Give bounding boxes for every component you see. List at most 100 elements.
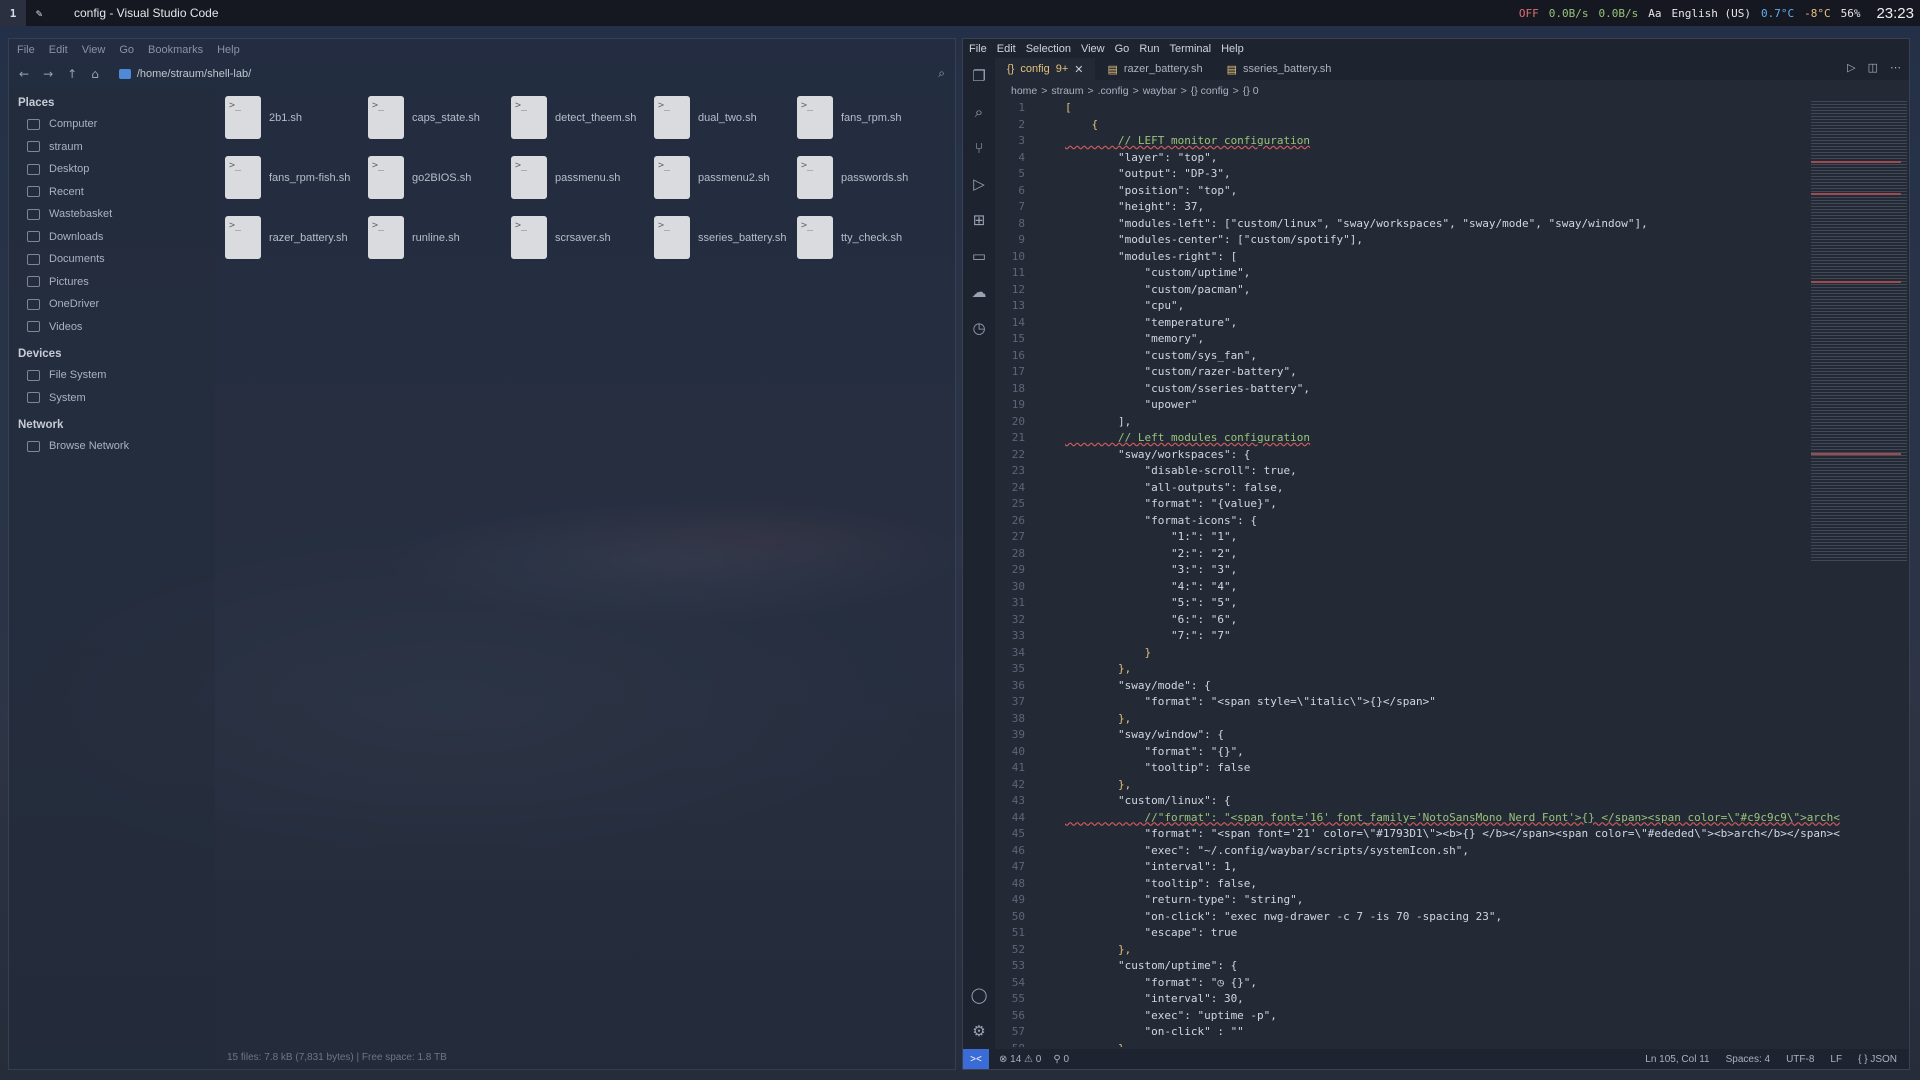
code-line[interactable]: 8 "modules-left": ["custom/linux", "sway… [995, 217, 1847, 234]
tab-sseries-battery[interactable]: ▤ sseries_battery.sh [1215, 58, 1344, 80]
code-line[interactable]: 55 "interval": 30, [995, 992, 1847, 1009]
clock[interactable]: 23:23 [1876, 5, 1914, 22]
code-line[interactable]: 6 "position": "top", [995, 184, 1847, 201]
file-item[interactable]: >_ 2b1.sh [225, 96, 368, 139]
file-item[interactable]: >_ runline.sh [368, 216, 511, 259]
timeline-icon[interactable]: ◷ [963, 310, 995, 346]
explorer-icon[interactable]: ❐ [963, 58, 995, 94]
file-item[interactable]: >_ detect_theem.sh [511, 96, 654, 139]
code-line[interactable]: 36 "sway/mode": { [995, 679, 1847, 696]
file-item[interactable]: >_ fans_rpm-fish.sh [225, 156, 368, 199]
code-line[interactable]: 37 "format": "<span style=\"italic\">{}<… [995, 695, 1847, 712]
code-line[interactable]: 52 }, [995, 943, 1847, 960]
code-line[interactable]: 32 "6:": "6", [995, 613, 1847, 630]
sidebar-item-videos[interactable]: Videos [9, 316, 215, 339]
search-icon[interactable]: ⌕ [963, 94, 995, 130]
docker-icon[interactable]: ☁ [963, 274, 995, 310]
code-line[interactable]: 49 "return-type": "string", [995, 893, 1847, 910]
code-line[interactable]: 50 "on-click": "exec nwg-drawer -c 7 -is… [995, 910, 1847, 927]
search-icon[interactable]: ⌕ [938, 66, 945, 81]
code-line[interactable]: 29 "3:": "3", [995, 563, 1847, 580]
tab-razer-battery[interactable]: ▤ razer_battery.sh [1095, 58, 1214, 80]
breadcrumb-item[interactable]: waybar [1143, 85, 1177, 97]
run-icon[interactable]: ▷ [1847, 61, 1855, 74]
location-bar[interactable]: /home/straum/shell-lab/ [118, 68, 251, 80]
sidebar-item-browse-network[interactable]: Browse Network [9, 435, 215, 458]
vs-menu-help[interactable]: Help [1221, 43, 1244, 55]
extensions-icon[interactable]: ⊞ [963, 202, 995, 238]
breadcrumb-item[interactable]: .config [1098, 85, 1129, 97]
code-line[interactable]: 11 "custom/uptime", [995, 266, 1847, 283]
line-ending[interactable]: LF [1830, 1054, 1842, 1065]
code-line[interactable]: 35 }, [995, 662, 1847, 679]
code-line[interactable]: 27 "1:": "1", [995, 530, 1847, 547]
code-line[interactable]: 5 "output": "DP-3", [995, 167, 1847, 184]
file-item[interactable]: >_ passmenu.sh [511, 156, 654, 199]
split-editor-icon[interactable]: ◫ [1868, 61, 1878, 74]
code-line[interactable]: 23 "disable-scroll": true, [995, 464, 1847, 481]
code-line[interactable]: 33 "7:": "7" [995, 629, 1847, 646]
code-line[interactable]: 31 "5:": "5", [995, 596, 1847, 613]
cursor-position[interactable]: Ln 105, Col 11 [1645, 1054, 1709, 1065]
code-line[interactable]: 56 "exec": "uptime -p", [995, 1009, 1847, 1026]
bluetooth-status[interactable]: OFF [1519, 7, 1539, 20]
code-line[interactable]: 20 ], [995, 415, 1847, 432]
code-line[interactable]: 25 "format": "{value}", [995, 497, 1847, 514]
fm-menu-bookmarks[interactable]: Bookmarks [148, 44, 203, 56]
sidebar-item-computer[interactable]: Computer [9, 113, 215, 136]
fm-menu-go[interactable]: Go [119, 44, 134, 56]
code-line[interactable]: 41 "tooltip": false [995, 761, 1847, 778]
volume-reading[interactable]: 56% [1841, 7, 1861, 20]
minimap[interactable] [1811, 101, 1907, 561]
fm-menu-file[interactable]: File [17, 44, 35, 56]
code-line[interactable]: 19 "upower" [995, 398, 1847, 415]
code-line[interactable]: 15 "memory", [995, 332, 1847, 349]
code-line[interactable]: 34 } [995, 646, 1847, 663]
sidebar-item-documents[interactable]: Documents [9, 248, 215, 271]
code-line[interactable]: 42 }, [995, 778, 1847, 795]
code-line[interactable]: 4 "layer": "top", [995, 151, 1847, 168]
vs-menu-file[interactable]: File [969, 43, 987, 55]
code-editor[interactable]: 1[2 {3 // LEFT monitor configuration 4 "l… [995, 101, 1847, 1047]
code-line[interactable]: 16 "custom/sys_fan", [995, 349, 1847, 366]
code-line[interactable]: 44 //"format": "<span font='16' font_fam… [995, 811, 1847, 828]
workspace-indicator[interactable]: 1 [0, 0, 26, 26]
vs-menu-run[interactable]: Run [1139, 43, 1159, 55]
vs-menu-edit[interactable]: Edit [997, 43, 1016, 55]
code-line[interactable]: 51 "escape": true [995, 926, 1847, 943]
code-line[interactable]: 7 "height": 37, [995, 200, 1847, 217]
breadcrumb-item[interactable]: {} config [1191, 85, 1229, 97]
sidebar-item-home[interactable]: straum [9, 136, 215, 159]
close-icon[interactable]: ✕ [1074, 63, 1083, 76]
vs-menu-go[interactable]: Go [1115, 43, 1130, 55]
account-icon[interactable]: ◯ [963, 977, 995, 1013]
source-control-icon[interactable]: ⑂ [963, 130, 995, 166]
back-arrow-icon[interactable]: ← [19, 67, 29, 81]
code-line[interactable]: 18 "custom/sseries-battery", [995, 382, 1847, 399]
sidebar-item-filesystem[interactable]: File System [9, 364, 215, 387]
up-arrow-icon[interactable]: ↑ [67, 67, 77, 81]
tab-config[interactable]: {} config 9+ ✕ [995, 58, 1096, 80]
sidebar-item-onedriver[interactable]: OneDriver [9, 293, 215, 316]
code-line[interactable]: 12 "custom/pacman", [995, 283, 1847, 300]
code-line[interactable]: 14 "temperature", [995, 316, 1847, 333]
remote-explorer-icon[interactable]: ▭ [963, 238, 995, 274]
file-item[interactable]: >_ passwords.sh [797, 156, 940, 199]
breadcrumb-item[interactable]: {} 0 [1243, 85, 1259, 97]
remote-indicator[interactable]: >< [963, 1049, 989, 1069]
code-line[interactable]: 9 "modules-center": ["custom/spotify"], [995, 233, 1847, 250]
sidebar-item-system[interactable]: System [9, 387, 215, 410]
code-line[interactable]: 22 "sway/workspaces": { [995, 448, 1847, 465]
code-line[interactable]: 17 "custom/razer-battery", [995, 365, 1847, 382]
code-line[interactable]: 26 "format-icons": { [995, 514, 1847, 531]
code-line[interactable]: 57 "on-click" : "" [995, 1025, 1847, 1042]
code-line[interactable]: 2 { [995, 118, 1847, 135]
indentation[interactable]: Spaces: 4 [1726, 1054, 1770, 1065]
sidebar-item-desktop[interactable]: Desktop [9, 158, 215, 181]
forward-arrow-icon[interactable]: → [43, 67, 53, 81]
code-line[interactable]: 39 "sway/window": { [995, 728, 1847, 745]
code-line[interactable]: 28 "2:": "2", [995, 547, 1847, 564]
code-line[interactable]: 24 "all-outputs": false, [995, 481, 1847, 498]
keyboard-layout[interactable]: English (US) [1671, 7, 1750, 20]
code-line[interactable]: 38 }, [995, 712, 1847, 729]
